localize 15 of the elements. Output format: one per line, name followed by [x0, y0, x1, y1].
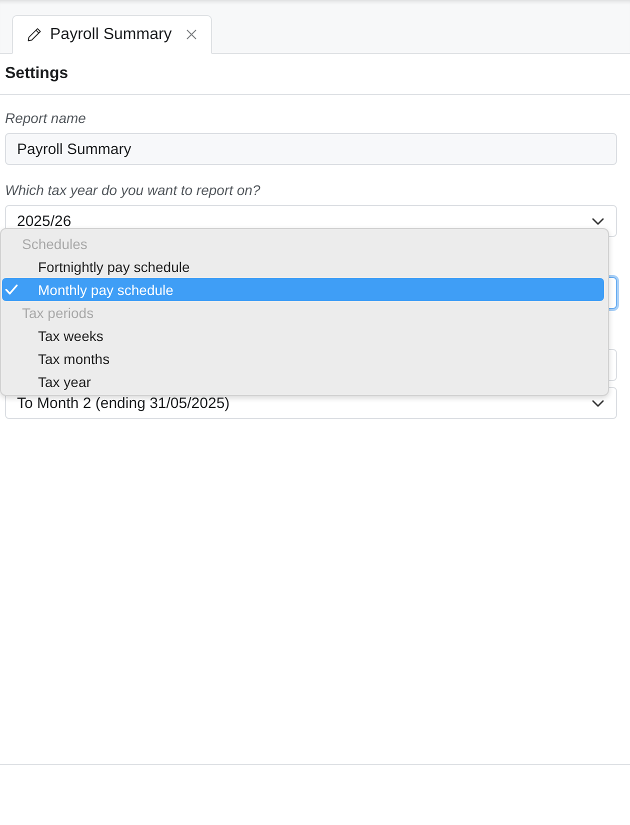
group-label: Tax periods [21, 304, 95, 323]
menu-option[interactable]: Fortnightly pay schedule [2, 255, 604, 278]
panel-title: Settings [5, 65, 68, 83]
menu-option[interactable]: Tax months [2, 347, 604, 370]
chevron-icon [592, 400, 604, 406]
pencil-icon [27, 27, 42, 42]
menu-option[interactable]: Tax weeks [2, 324, 604, 347]
close-icon[interactable] [186, 29, 197, 40]
tab[interactable]: Payroll Summary [12, 15, 212, 54]
chevron-icon [592, 218, 604, 224]
check-icon [5, 284, 18, 295]
text-field[interactable]: Payroll Summary [5, 133, 617, 165]
field-label: Report name [5, 109, 87, 127]
group-label: Schedules [21, 234, 88, 254]
field-label: Which tax year do you want to report on? [5, 181, 262, 199]
